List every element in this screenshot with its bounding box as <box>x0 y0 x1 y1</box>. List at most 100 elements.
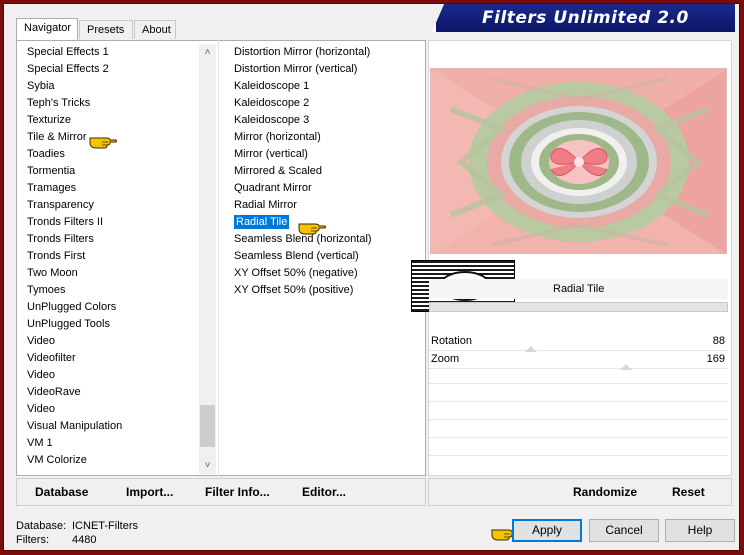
category-item-label: UnPlugged Colors <box>27 301 117 313</box>
category-scrollbar[interactable]: ˄ ˅ <box>199 44 216 474</box>
database-label: Database: <box>16 520 67 532</box>
param-row-rotation[interactable]: Rotation 88 <box>429 333 728 351</box>
filter-item[interactable]: Kaleidoscope 1 <box>232 78 417 95</box>
param-value[interactable]: 169 <box>707 353 725 365</box>
category-item-label: VM 1 <box>27 437 53 449</box>
category-item[interactable]: Teph's Tricks <box>22 95 200 112</box>
preview-toolbar: Randomize Reset <box>428 478 732 506</box>
scroll-down-arrow-icon[interactable]: ˅ <box>199 457 216 474</box>
category-item-label: VideoRave <box>27 386 81 398</box>
filter-list[interactable]: Distortion Mirror (horizontal) Distortion… <box>232 44 417 474</box>
database-value: ICNET-Filters <box>72 520 138 532</box>
filter-item-label: Radial Tile <box>234 215 290 229</box>
tab-about[interactable]: About <box>134 20 176 39</box>
filter-item[interactable]: Distortion Mirror (vertical) <box>232 61 417 78</box>
filter-item[interactable]: Kaleidoscope 3 <box>232 112 417 129</box>
category-item[interactable]: Tronds Filters <box>22 231 200 248</box>
category-item[interactable]: Tymoes <box>22 282 200 299</box>
empty-param-row <box>429 419 728 420</box>
filter-item-label: Mirrored & Scaled <box>234 165 323 177</box>
apply-button[interactable]: Apply <box>512 519 582 542</box>
filter-item[interactable]: Radial Mirror <box>232 197 417 214</box>
empty-param-row <box>429 455 728 456</box>
empty-param-row <box>429 401 728 402</box>
randomize-button[interactable]: Randomize <box>573 485 637 499</box>
filter-item-label: Kaleidoscope 2 <box>234 97 310 109</box>
reset-button[interactable]: Reset <box>672 485 705 499</box>
filter-item[interactable]: Distortion Mirror (horizontal) <box>232 44 417 61</box>
category-item-label: Teph's Tricks <box>27 97 91 109</box>
category-item-label: Texturize <box>27 114 72 126</box>
filter-item[interactable]: Quadrant Mirror <box>232 180 417 197</box>
help-button[interactable]: Help <box>665 519 735 542</box>
category-item[interactable]: Tronds First <box>22 248 200 265</box>
zoom-slider-marker[interactable] <box>620 364 632 370</box>
category-item-label: Tormentia <box>27 165 76 177</box>
filter-item[interactable]: Mirror (vertical) <box>232 146 417 163</box>
editor-button[interactable]: Editor... <box>302 485 346 499</box>
filter-item[interactable]: Kaleidoscope 2 <box>232 95 417 112</box>
category-item-label: Two Moon <box>27 267 78 279</box>
pointing-hand-icon <box>298 223 326 235</box>
import-button[interactable]: Import... <box>126 485 173 499</box>
empty-param-row <box>429 383 728 384</box>
filters-label: Filters: <box>16 534 49 546</box>
param-label: Rotation <box>431 335 472 347</box>
category-item-label: Videofilter <box>27 352 76 364</box>
filter-info-button[interactable]: Filter Info... <box>205 485 270 499</box>
category-item[interactable]: Video <box>22 333 200 350</box>
window-title: Filters Unlimited 2.0 <box>482 8 689 28</box>
filter-item-label: Distortion Mirror (horizontal) <box>234 46 371 58</box>
param-value[interactable]: 88 <box>713 335 725 347</box>
filter-item[interactable]: Mirrored & Scaled <box>232 163 417 180</box>
category-item[interactable]: Videofilter <box>22 350 200 367</box>
filter-item[interactable]: XY Offset 50% (negative) <box>232 265 417 282</box>
category-item[interactable]: Sybia <box>22 78 200 95</box>
filter-divider-bar <box>429 302 728 312</box>
empty-param-row <box>429 437 728 438</box>
filter-item-label: Mirror (vertical) <box>234 148 308 160</box>
category-item[interactable]: Texturize <box>22 112 200 129</box>
category-item-label: VM Colorize <box>27 454 87 466</box>
preview-image <box>430 68 727 254</box>
category-item-label: Video <box>27 403 55 415</box>
filter-item[interactable]: Seamless Blend (vertical) <box>232 248 417 265</box>
selected-filter-name: Radial Tile <box>553 283 605 295</box>
category-item-label: Tronds Filters <box>27 233 94 245</box>
cancel-button[interactable]: Cancel <box>589 519 659 542</box>
category-item[interactable]: Two Moon <box>22 265 200 282</box>
category-item[interactable]: VM 1 <box>22 435 200 452</box>
category-item-label: Transparency <box>27 199 94 211</box>
category-item-label: Special Effects 1 <box>27 46 109 58</box>
category-item[interactable]: UnPlugged Colors <box>22 299 200 316</box>
scroll-thumb[interactable] <box>200 405 215 447</box>
category-item[interactable]: VM Colorize <box>22 452 200 469</box>
category-item-label: Visual Manipulation <box>27 420 123 432</box>
category-item[interactable]: Special Effects 2 <box>22 61 200 78</box>
category-item-label: Video <box>27 369 55 381</box>
filter-item[interactable]: XY Offset 50% (positive) <box>232 282 417 299</box>
filter-item-label: Mirror (horizontal) <box>234 131 321 143</box>
database-button[interactable]: Database <box>35 485 88 499</box>
scroll-up-arrow-icon[interactable]: ˄ <box>199 44 216 61</box>
filter-item[interactable]: Mirror (horizontal) <box>232 129 417 146</box>
category-item-label: Video <box>27 335 55 347</box>
category-item-label: UnPlugged Tools <box>27 318 110 330</box>
filter-item-label: Kaleidoscope 3 <box>234 114 310 126</box>
category-item[interactable]: VideoRave <box>22 384 200 401</box>
category-item[interactable]: Visual Manipulation <box>22 418 200 435</box>
category-item[interactable]: Tormentia <box>22 163 200 180</box>
category-item[interactable]: Special Effects 1 <box>22 44 200 61</box>
category-item[interactable]: Video <box>22 367 200 384</box>
tab-presets[interactable]: Presets <box>79 20 133 39</box>
category-item[interactable]: Tronds Filters II <box>22 214 200 231</box>
tab-navigator[interactable]: Navigator <box>16 18 78 40</box>
category-item[interactable]: Transparency <box>22 197 200 214</box>
category-item[interactable]: Tramages <box>22 180 200 197</box>
category-item[interactable]: UnPlugged Tools <box>22 316 200 333</box>
param-row-zoom[interactable]: Zoom 169 <box>429 351 728 369</box>
category-item[interactable]: Video <box>22 401 200 418</box>
category-list[interactable]: Special Effects 1 Special Effects 2 Sybia T… <box>22 44 200 474</box>
category-item-label: Tronds First <box>27 250 86 262</box>
navigator-toolbar: Database Import... Filter Info... Editor… <box>16 478 426 506</box>
